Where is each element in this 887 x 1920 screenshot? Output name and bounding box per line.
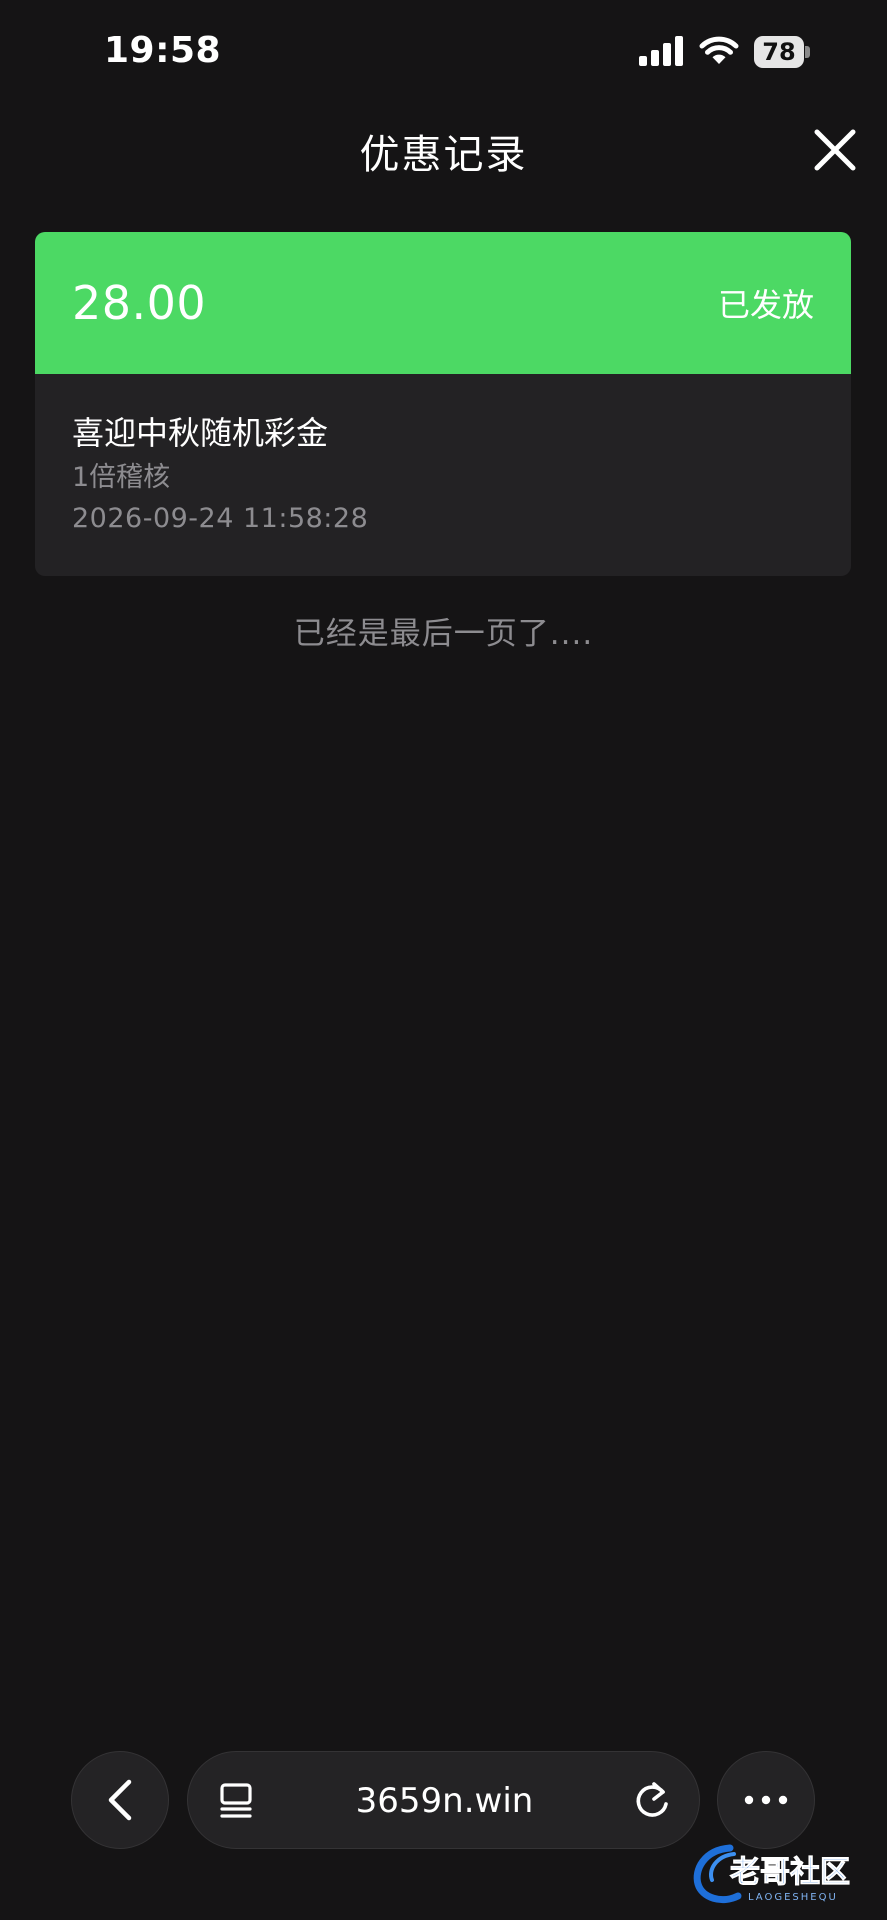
address-bar[interactable]: 3659n.win	[187, 1751, 700, 1849]
record-card-body: 喜迎中秋随机彩金 1倍稽核 2026-09-24 11:58:28	[35, 374, 851, 537]
watermark-logo: 老哥社区 LAOGESHEQU	[693, 1844, 851, 1903]
battery-tip	[805, 46, 810, 58]
record-card-header: 28.00 已发放	[35, 232, 851, 374]
battery-icon: 78	[754, 36, 810, 68]
record-status: 已发放	[717, 286, 814, 324]
close-icon[interactable]	[812, 127, 858, 173]
signal-icon	[639, 36, 683, 66]
record-title: 喜迎中秋随机彩金	[72, 414, 329, 452]
watermark-subtext: LAOGESHEQU	[748, 1892, 838, 1903]
page: 19:58 78 优惠记录 28.00 已发放 喜迎中秋随机彩金 1倍稽核 20…	[0, 0, 887, 1920]
watermark-text: 老哥社区	[730, 1855, 850, 1890]
back-icon	[108, 1779, 132, 1821]
url-text[interactable]: 3659n.win	[188, 1752, 701, 1850]
record-requirement: 1倍稽核	[72, 462, 171, 493]
battery-level: 78	[754, 36, 804, 68]
page-title: 优惠记录	[359, 132, 528, 178]
record-time: 2026-09-24 11:58:28	[72, 503, 369, 534]
more-button[interactable]	[717, 1751, 815, 1849]
reload-icon[interactable]	[632, 1780, 672, 1822]
wifi-icon	[699, 36, 739, 64]
promotion-record-card: 28.00 已发放 喜迎中秋随机彩金 1倍稽核 2026-09-24 11:58…	[35, 232, 851, 576]
list-end-text: 已经是最后一页了....	[293, 616, 594, 652]
record-amount: 28.00	[72, 276, 207, 330]
status-time: 19:58	[104, 30, 222, 71]
back-button[interactable]	[71, 1751, 169, 1849]
more-icon	[744, 1795, 788, 1805]
